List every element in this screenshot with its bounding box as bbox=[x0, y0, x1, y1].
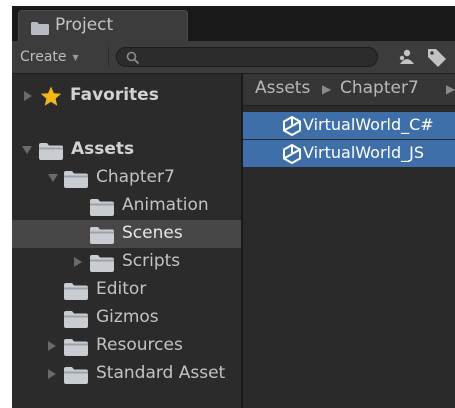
assets-row[interactable]: Assets bbox=[12, 136, 241, 164]
tab-bar: Project bbox=[12, 6, 455, 41]
asset-item-label: VirtualWorld_JS bbox=[303, 143, 425, 162]
star-icon bbox=[40, 86, 62, 112]
tab-project[interactable]: Project bbox=[18, 10, 188, 41]
tree-item-label: Scripts bbox=[122, 251, 181, 271]
tree-item-resources[interactable]: Resources bbox=[12, 332, 241, 360]
tree-item-animation[interactable]: Animation bbox=[12, 192, 241, 220]
tree-item-scripts[interactable]: Scripts bbox=[12, 248, 241, 276]
breadcrumb: Assets ▶ Chapter7 ▶ bbox=[243, 74, 455, 106]
tree-item-standard-assets[interactable]: Standard Asset bbox=[12, 360, 241, 388]
unity-icon bbox=[282, 115, 302, 140]
folder-icon bbox=[64, 367, 88, 389]
folder-icon bbox=[64, 311, 88, 333]
breadcrumb-item[interactable]: Chapter7 bbox=[340, 78, 419, 98]
expand-arrow-icon[interactable] bbox=[24, 91, 32, 101]
folder-icon bbox=[64, 283, 88, 305]
expand-arrow-icon[interactable] bbox=[48, 369, 56, 379]
tree-item-scenes[interactable]: Scenes bbox=[12, 220, 241, 248]
folder-icon bbox=[90, 199, 114, 221]
tree-item-label: Standard Asset bbox=[96, 363, 226, 383]
folder-icon bbox=[90, 227, 114, 249]
expand-arrow-icon[interactable] bbox=[48, 341, 56, 351]
expand-arrow-icon[interactable] bbox=[74, 257, 82, 267]
folder-icon bbox=[90, 255, 114, 277]
tree-item-label: Chapter7 bbox=[96, 167, 175, 187]
tag-icon[interactable] bbox=[426, 47, 448, 71]
asset-item-label: VirtualWorld_C# bbox=[303, 115, 434, 134]
tree-item-chapter7[interactable]: Chapter7 bbox=[12, 164, 241, 192]
favorites-row[interactable]: Favorites bbox=[12, 82, 241, 110]
tree-item-label: Editor bbox=[96, 279, 147, 299]
assets-label: Assets bbox=[71, 139, 135, 159]
folder-icon bbox=[31, 20, 49, 39]
breadcrumb-separator-icon: ▶ bbox=[446, 82, 455, 96]
folder-icon bbox=[64, 339, 88, 361]
folder-icon bbox=[39, 143, 63, 165]
chevron-down-icon: ▼ bbox=[72, 52, 79, 62]
project-tree: Favorites Assets Chapter7 Animation Scen… bbox=[12, 74, 241, 408]
expand-arrow-icon[interactable] bbox=[22, 146, 32, 154]
search-input[interactable] bbox=[145, 49, 365, 65]
breadcrumb-item[interactable]: Assets bbox=[255, 78, 310, 98]
project-window: Project Create ▼ Favorites Assets Chapte… bbox=[12, 6, 455, 408]
assets-pane: Assets ▶ Chapter7 ▶ VirtualWorld_C# Virt… bbox=[243, 74, 455, 408]
asset-item-virtualworld-cs[interactable]: VirtualWorld_C# bbox=[243, 112, 455, 139]
tab-label: Project bbox=[55, 15, 114, 35]
tree-item-gizmos[interactable]: Gizmos bbox=[12, 304, 241, 332]
tree-item-label: Gizmos bbox=[96, 307, 159, 327]
breadcrumb-separator-icon: ▶ bbox=[322, 82, 332, 96]
toolbar-divider bbox=[108, 47, 109, 67]
unity-icon bbox=[282, 143, 302, 168]
create-label: Create bbox=[20, 49, 67, 65]
expand-arrow-icon[interactable] bbox=[48, 174, 58, 182]
toolbar: Create ▼ bbox=[12, 41, 455, 74]
search-box[interactable] bbox=[116, 47, 378, 67]
tree-item-editor[interactable]: Editor bbox=[12, 276, 241, 304]
folder-icon bbox=[64, 171, 88, 193]
favorites-label: Favorites bbox=[70, 85, 159, 105]
tree-item-label: Animation bbox=[122, 195, 209, 215]
search-by-type-icon[interactable] bbox=[398, 48, 416, 70]
tree-item-label: Scenes bbox=[122, 223, 183, 243]
tree-item-label: Resources bbox=[96, 335, 183, 355]
asset-item-virtualworld-js[interactable]: VirtualWorld_JS bbox=[243, 140, 455, 167]
create-dropdown[interactable]: Create ▼ bbox=[20, 47, 79, 67]
search-icon bbox=[126, 50, 140, 69]
